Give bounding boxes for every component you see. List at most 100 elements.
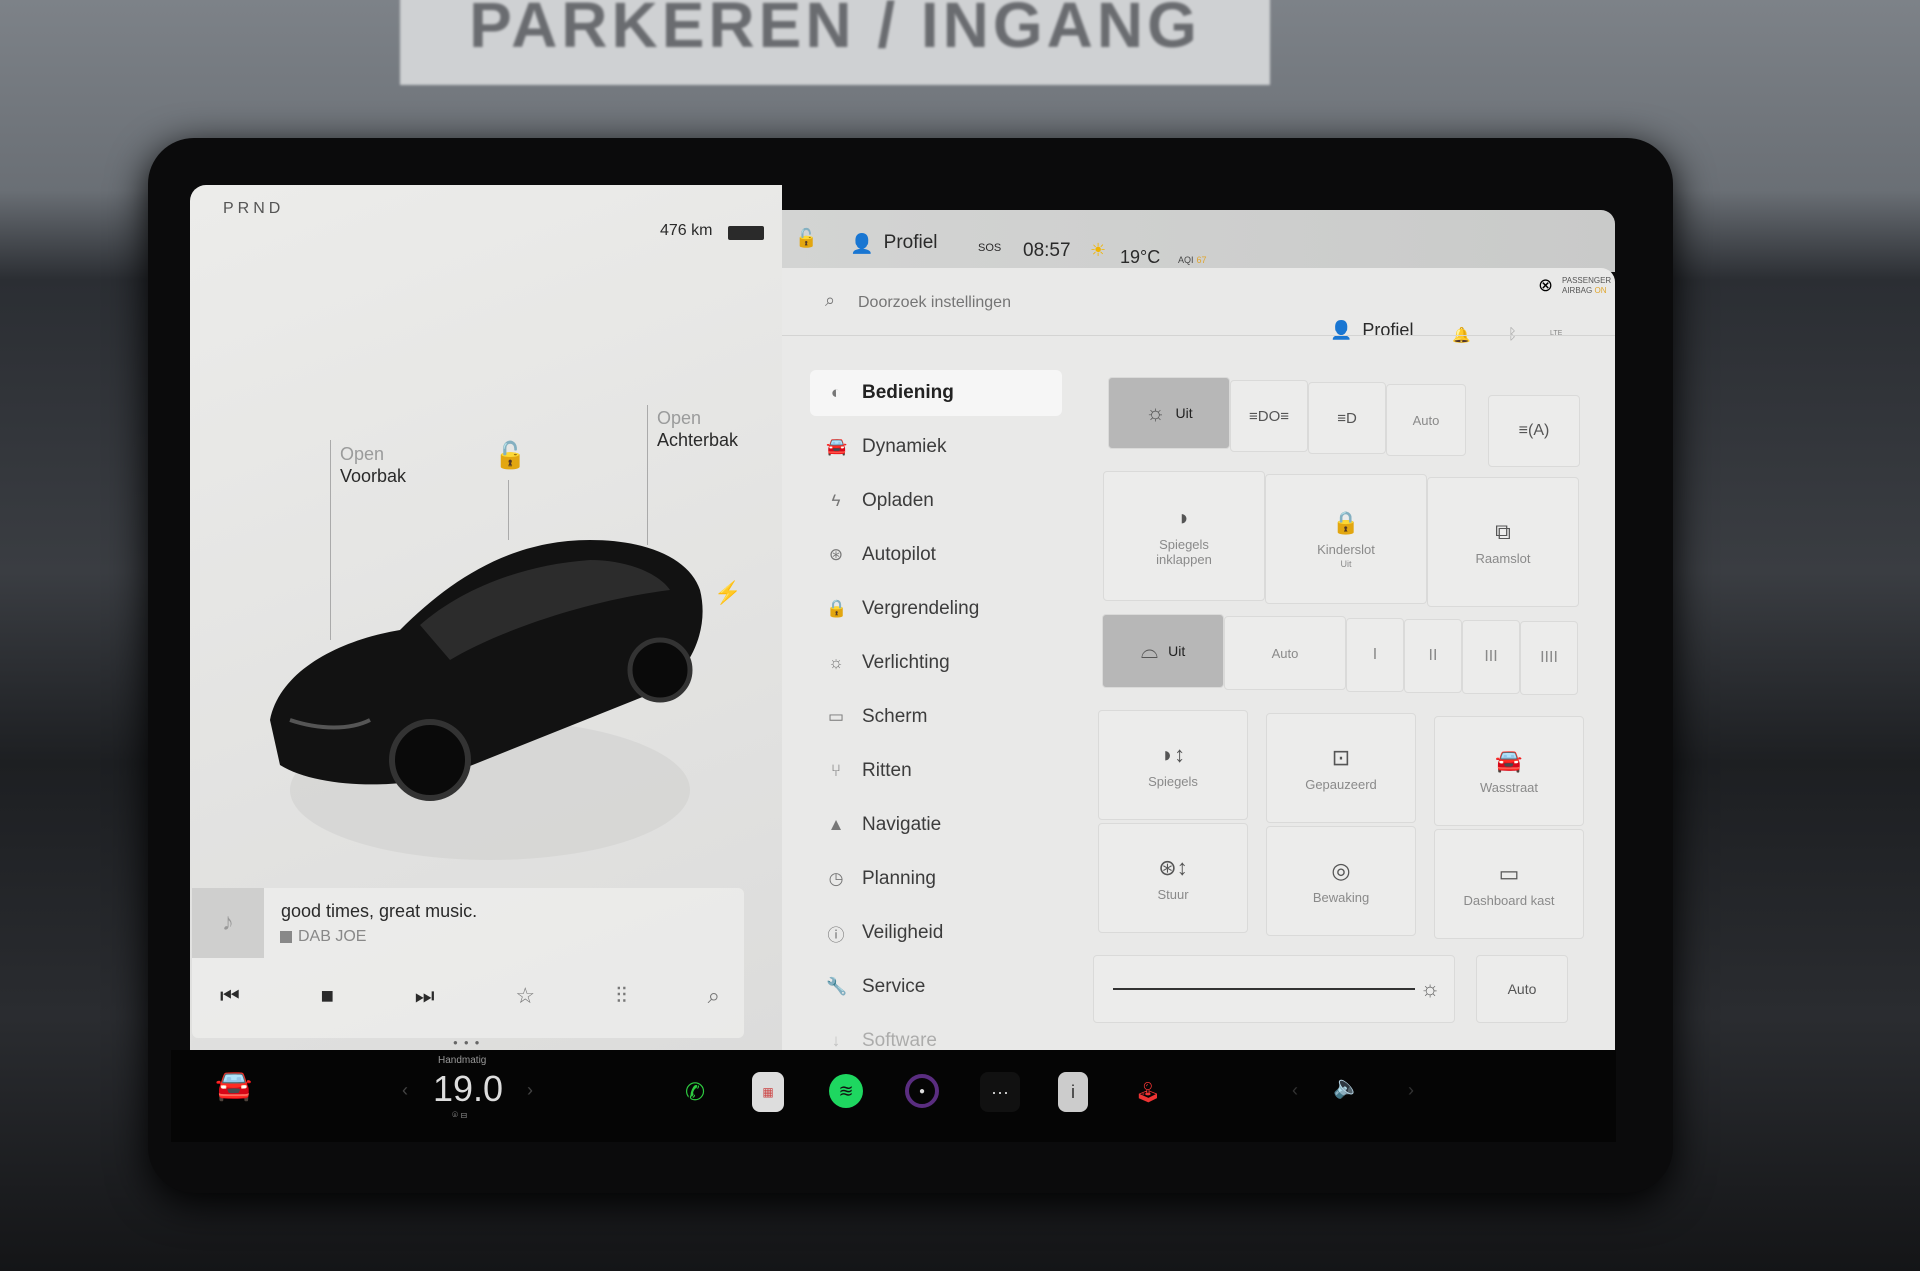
sentry-icon: ◎ <box>1331 857 1351 883</box>
star-icon[interactable]: ☆ <box>515 983 535 1009</box>
person-icon: 👤 <box>1330 320 1353 340</box>
menu-item-verlichting[interactable]: ☼ Verlichting <box>810 640 1062 686</box>
menu-item-label: Verlichting <box>862 652 950 673</box>
menu-item-bediening[interactable]: ◐ Bediening <box>810 370 1062 416</box>
profile-status[interactable]: 👤 Profiel <box>850 232 938 256</box>
dashboard-kast-button[interactable]: ▭ Dashboard kast <box>1434 829 1584 939</box>
navigation-icon: ▲ <box>827 815 845 834</box>
media-title: good times, great music. <box>281 901 478 921</box>
aqi-label: AQI <box>1178 255 1194 265</box>
fold-mirrors-button[interactable]: ◗ Spiegels inklappen <box>1103 471 1265 601</box>
tile-label: Kinderslot <box>1317 541 1375 557</box>
wiper-speed-label: III <box>1484 648 1498 665</box>
airbag-icon: ⊗ <box>1538 275 1554 295</box>
more-icon[interactable]: ··· <box>980 1072 1020 1112</box>
brightness-sun-icon: ☼ <box>1420 976 1441 1001</box>
tile-label: Gepauzeerd <box>1305 776 1377 792</box>
wiper-speed-3-button[interactable]: III <box>1462 620 1520 694</box>
window-lock-button[interactable]: ⧉ Raamslot <box>1427 477 1579 607</box>
sos-button[interactable]: SOS <box>978 242 1001 254</box>
brightness-slider[interactable] <box>1113 988 1415 990</box>
frunk-label: Voorbak <box>340 466 407 486</box>
light-icon: ☼ <box>1145 400 1166 425</box>
child-lock-button[interactable]: 🔒 Kinderslot Uit <box>1265 474 1427 604</box>
tile-label: Spiegels <box>1148 773 1198 789</box>
frunk-open-label: Open <box>340 444 385 464</box>
wipers-off-label: Uit <box>1168 643 1186 659</box>
menu-item-label: Scherm <box>862 706 928 727</box>
phone-icon[interactable]: ✆ <box>675 1072 715 1112</box>
equalizer-icon[interactable]: ⫶⫶ <box>616 983 627 1009</box>
cabin-temperature[interactable]: 19.0 <box>433 1068 503 1110</box>
volume-down-button[interactable]: ‹ <box>1292 1080 1298 1101</box>
settings-profile-label: Profiel <box>1362 320 1414 340</box>
radio-icon <box>280 931 292 943</box>
wiper-speed-label: I <box>1372 646 1378 663</box>
temp-up-button[interactable]: › <box>527 1080 533 1101</box>
tile-label: Spiegels inklappen <box>1156 537 1212 567</box>
menu-item-ritten[interactable]: ⑂ Ritten <box>810 748 1062 794</box>
menu-item-veiligheid[interactable]: ⓘ Veiligheid <box>810 910 1062 956</box>
light-icon: ☼ <box>828 653 844 672</box>
wipers-off-button[interactable]: ⌓ Uit <box>1102 614 1224 688</box>
spiegels-button[interactable]: ◗↕ Spiegels <box>1098 710 1248 820</box>
media-controls: ⏮ ■ ⏭ ☆ ⫶⫶ ⌕ <box>220 983 720 1009</box>
settings-search-input[interactable] <box>858 288 1258 318</box>
parking-lights-button[interactable]: ≡DO≡ <box>1230 380 1308 452</box>
auto-high-beam-button[interactable]: ≡(A) <box>1488 395 1580 467</box>
menu-item-service[interactable]: 🔧 Service <box>810 964 1062 1010</box>
brightness-auto-button[interactable]: Auto <box>1476 955 1568 1023</box>
car-icon[interactable]: 🚘 <box>215 1068 252 1103</box>
wipers-auto-button[interactable]: Auto <box>1224 616 1346 690</box>
trunk-label: Achterbak <box>657 430 739 450</box>
stop-icon[interactable]: ■ <box>321 983 334 1009</box>
wasstraat-button[interactable]: 🚘 Wasstraat <box>1434 716 1584 826</box>
menu-item-vergrendeling[interactable]: 🔒 Vergrendeling <box>810 586 1062 632</box>
wiper-speed-2-button[interactable]: II <box>1404 619 1462 693</box>
previous-icon[interactable]: ⏮ <box>220 983 240 1009</box>
range-text: 476 km <box>660 222 713 239</box>
media-search-icon[interactable]: ⌕ <box>708 983 720 1009</box>
search-icon: ⌕ <box>825 290 836 310</box>
frunk-button[interactable]: Open Voorbak <box>340 443 406 487</box>
tile-label: Stuur <box>1157 886 1189 902</box>
next-icon[interactable]: ⏭ <box>415 983 435 1009</box>
airbag-line1: PASSENGER <box>1562 276 1612 285</box>
volume-up-button[interactable]: › <box>1408 1080 1414 1101</box>
manual-icon[interactable]: i <box>1058 1072 1088 1112</box>
temp-down-button[interactable]: ‹ <box>402 1080 408 1101</box>
aqi[interactable]: AQI 67 <box>1178 255 1207 265</box>
menu-item-dynamiek[interactable]: 🚘 Dynamiek <box>810 424 1062 470</box>
low-beam-button[interactable]: ≡D <box>1308 382 1386 454</box>
lights-auto-button[interactable]: Auto <box>1386 384 1466 456</box>
camera-icon[interactable]: ● <box>905 1074 939 1108</box>
calendar-icon[interactable]: ▦ <box>752 1072 784 1112</box>
passenger-airbag-status: PASSENGER AIRBAG ON <box>1562 276 1611 296</box>
mirror-adjust-icon: ◗↕ <box>1160 741 1186 767</box>
menu-item-label: Opladen <box>862 490 934 511</box>
gepauzeerd-button[interactable]: ⊡ Gepauzeerd <box>1266 713 1416 823</box>
settings-profile-button[interactable]: 👤 Profiel <box>1330 320 1413 341</box>
defrost-icons[interactable]: ⌾ ⊟ <box>452 1110 467 1121</box>
menu-item-opladen[interactable]: ϟ Opladen <box>810 478 1062 524</box>
trunk-button[interactable]: Open Achterbak <box>657 407 738 451</box>
profile-label: Profiel <box>883 232 938 253</box>
stuur-button[interactable]: ⊛↕ Stuur <box>1098 823 1248 933</box>
menu-item-planning[interactable]: ◷ Planning <box>810 856 1062 902</box>
page-dots[interactable]: ●●● <box>453 1038 486 1047</box>
bewaking-button[interactable]: ◎ Bewaking <box>1266 826 1416 936</box>
joystick-icon[interactable]: 🕹 <box>1128 1072 1168 1112</box>
volume-icon[interactable]: 🔈 <box>1333 1074 1360 1100</box>
steering-adjust-icon: ⊛↕ <box>1158 854 1188 880</box>
album-art-music-icon: ♪ <box>192 888 264 958</box>
tile-label: Wasstraat <box>1479 779 1539 795</box>
unlock-icon[interactable]: 🔓 <box>494 440 526 471</box>
menu-item-autopilot[interactable]: ⊛ Autopilot <box>810 532 1062 578</box>
wiper-speed-4-button[interactable]: IIII <box>1520 621 1578 695</box>
lock-status-icon[interactable]: 🔓 <box>795 228 817 249</box>
lights-off-button[interactable]: ☼ Uit <box>1108 377 1230 449</box>
wiper-speed-1-button[interactable]: I <box>1346 618 1404 692</box>
spotify-icon[interactable]: ≋ <box>829 1074 863 1108</box>
menu-item-navigatie[interactable]: ▲ Navigatie <box>810 802 1062 848</box>
menu-item-scherm[interactable]: ▭ Scherm <box>810 694 1062 740</box>
